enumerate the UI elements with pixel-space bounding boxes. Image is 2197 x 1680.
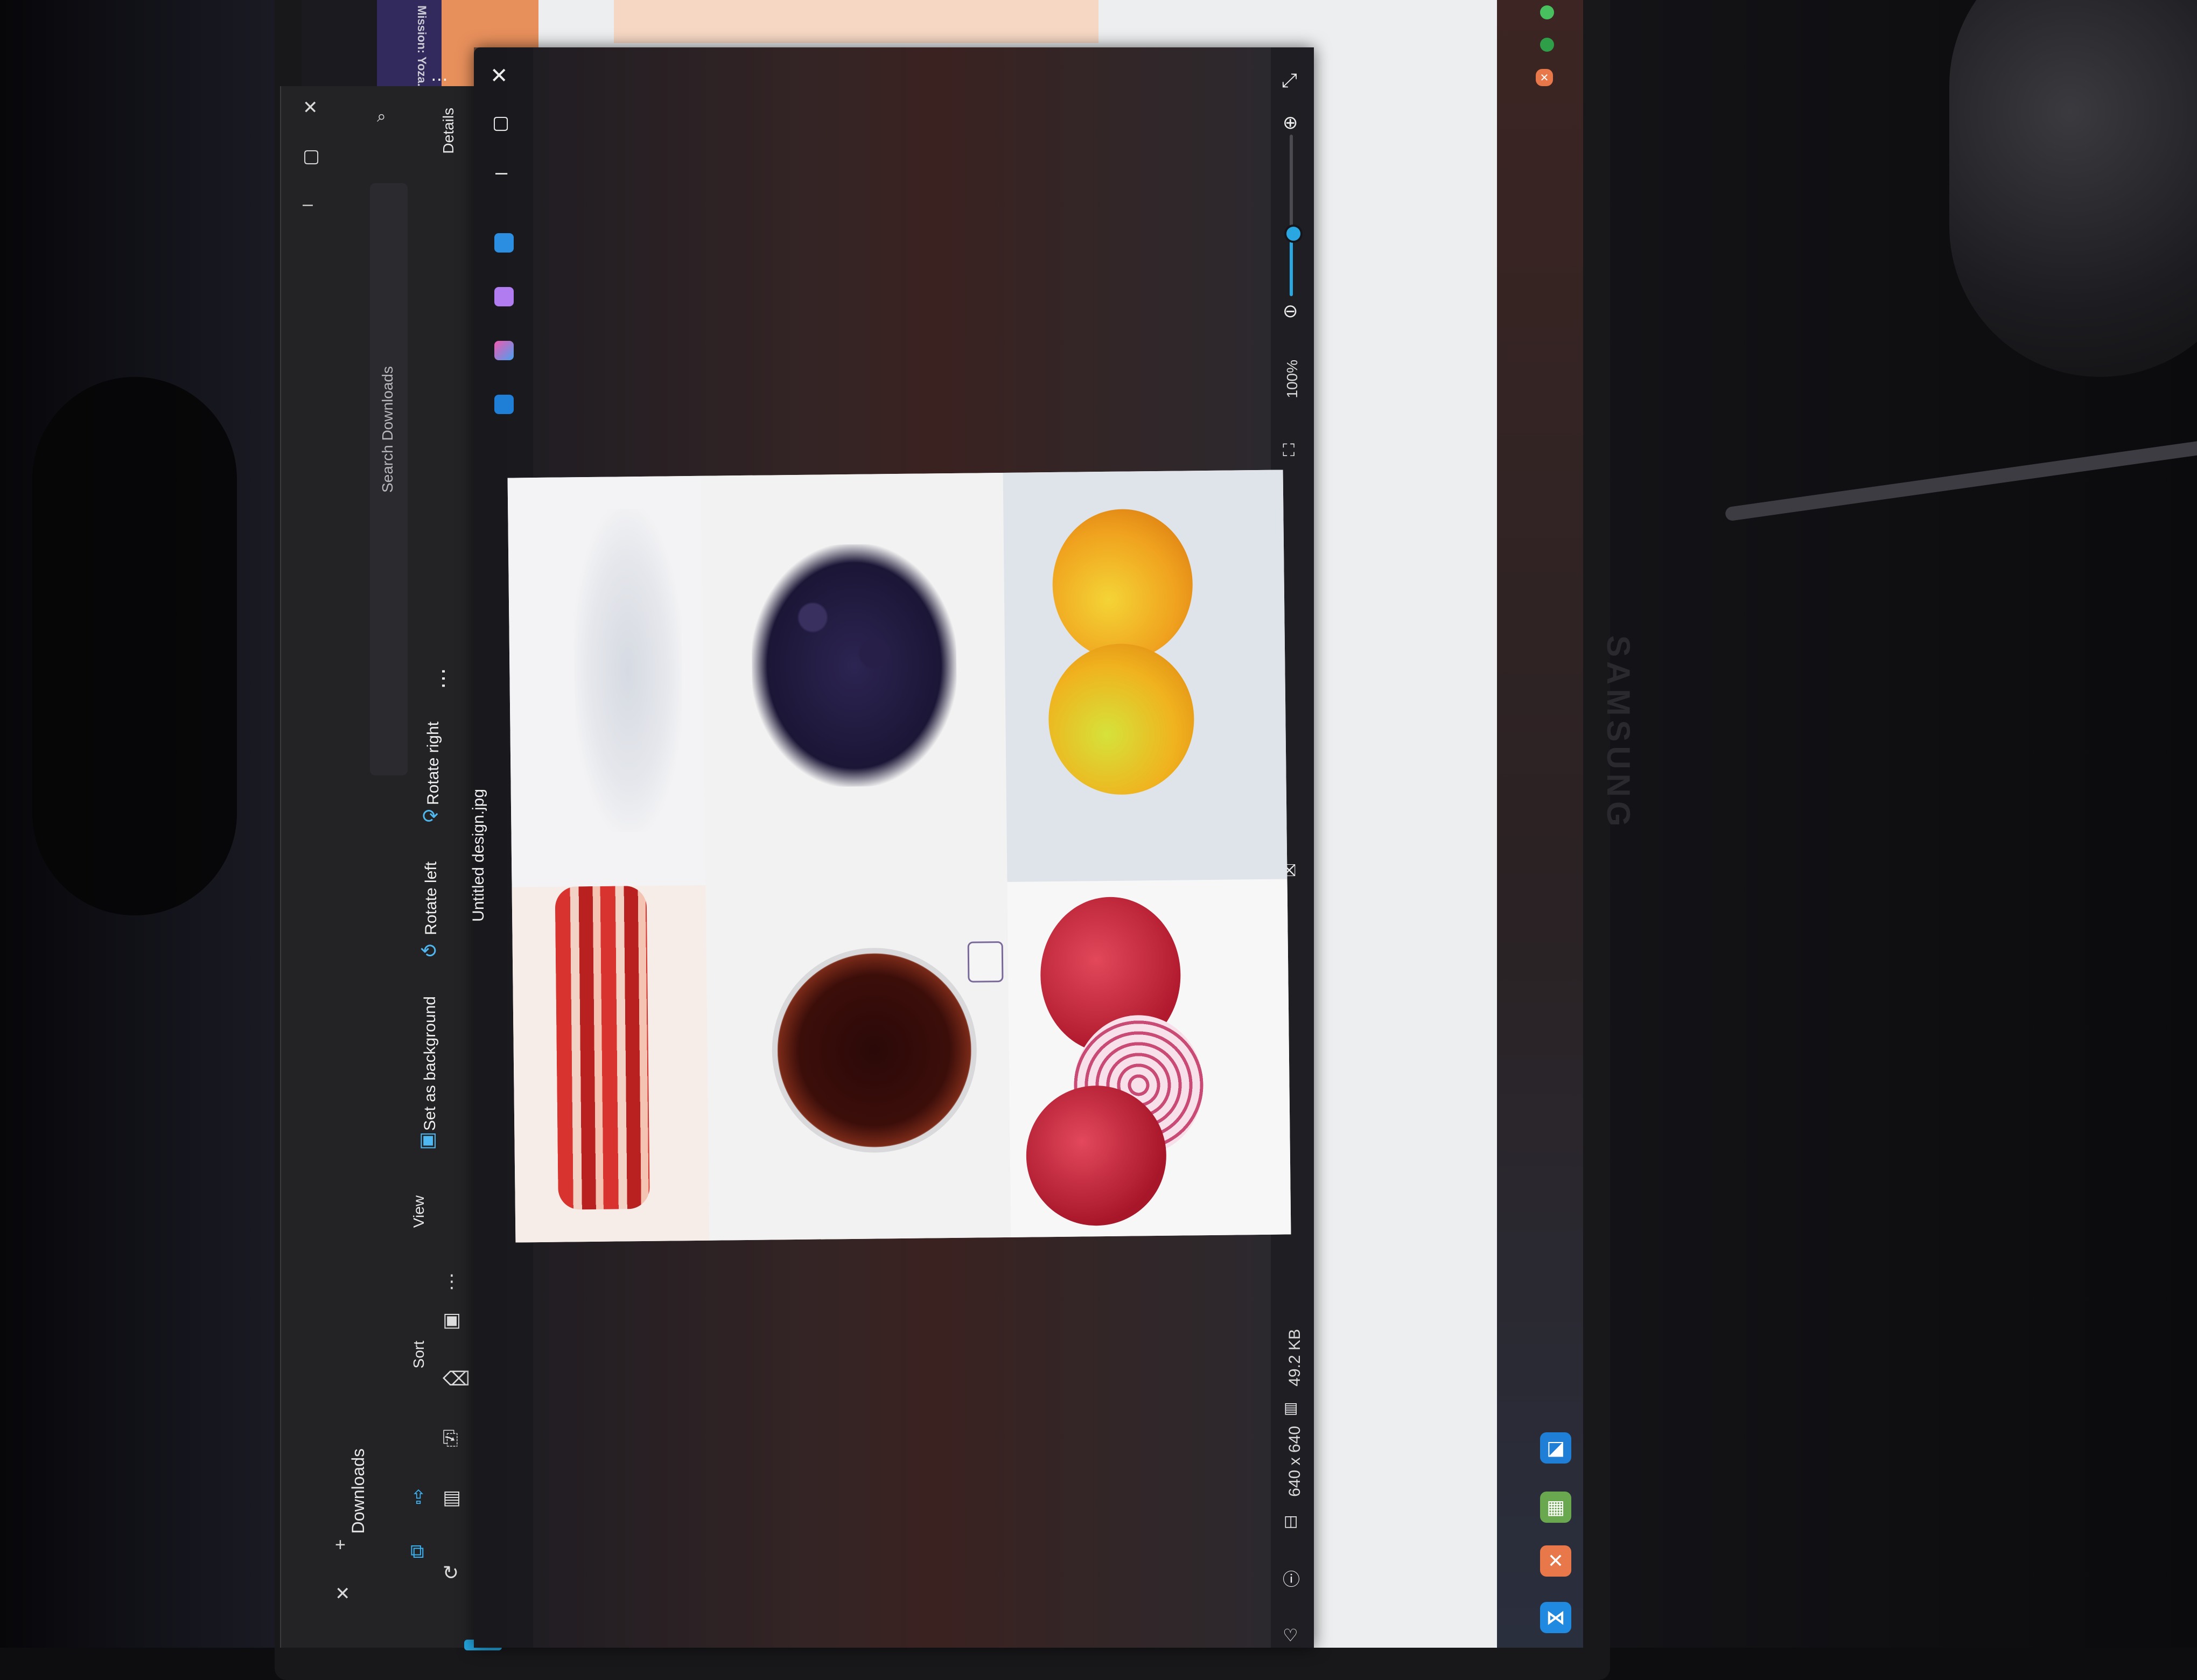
calamansi-fruit-2	[1047, 643, 1195, 796]
minimize-icon[interactable]: –	[495, 160, 507, 185]
image-cell-salt	[507, 475, 706, 887]
zoom-in-icon[interactable]: ⊕	[1283, 112, 1298, 134]
delete-icon[interactable]: ⌫	[443, 1368, 470, 1390]
dimensions-icon: ◫	[1284, 1513, 1298, 1529]
fit-to-window-icon[interactable]: ⛶	[1283, 440, 1295, 461]
minimize-icon[interactable]: –	[303, 194, 313, 215]
background-tab-title[interactable]: Mission: Yoza...	[415, 5, 429, 93]
search-placeholder: Search Downloads	[379, 366, 396, 493]
dark-object	[32, 377, 237, 915]
zoom-level-dropdown[interactable]: 100%	[1284, 360, 1301, 398]
background-peach-panel	[614, 0, 1098, 43]
calamansi-fruit-1	[1052, 508, 1194, 661]
file-size-icon: ▤	[1284, 1399, 1298, 1416]
rotate-right-icon[interactable]: ⟳	[422, 805, 438, 828]
location-breadcrumb[interactable]: Downloads	[348, 1448, 368, 1534]
image-cell-bacon	[512, 885, 710, 1243]
set-as-background-button[interactable]: Set as background	[421, 996, 439, 1131]
image-dimensions: 640 x 640	[1286, 1426, 1304, 1497]
info-icon[interactable]: ⓘ	[1283, 1566, 1300, 1591]
copilot-app-icon[interactable]	[494, 341, 514, 360]
image-cell-peppercorns	[701, 472, 1007, 885]
details-button[interactable]: Details	[440, 108, 457, 154]
designer-app-icon[interactable]	[494, 233, 514, 253]
onion-whole-2	[1025, 1084, 1167, 1227]
close-icon[interactable]: ✕	[490, 64, 508, 88]
maximize-icon[interactable]: ▢	[303, 145, 320, 167]
desk-left-background	[0, 0, 302, 1648]
taskbar-minecraft-icon[interactable]: ▦	[1540, 1492, 1571, 1523]
rotate-left-button[interactable]: Rotate left	[422, 862, 440, 935]
soy-sauce-bowl	[771, 947, 978, 1154]
photos-app-icon[interactable]	[494, 395, 514, 414]
rename-icon[interactable]: ⎘	[443, 1427, 464, 1449]
favorite-icon[interactable]: ♡	[1283, 1625, 1298, 1646]
image-cell-red-onions	[1007, 879, 1291, 1237]
search-icon: ⌕	[377, 108, 386, 125]
taskbar-xampp-icon[interactable]: ✕	[1540, 1545, 1571, 1577]
rotate-left-icon[interactable]: ⟲	[420, 940, 436, 962]
image-overlay-badge	[967, 941, 1004, 983]
toolbar-more-icon[interactable]: ⋯	[431, 668, 456, 689]
properties-icon[interactable]: ▣	[443, 1308, 464, 1331]
close-window-icon[interactable]: ✕	[303, 97, 318, 118]
copy-icon[interactable]: ⧉	[410, 1540, 432, 1562]
close-tab-icon[interactable]: ✕	[335, 1583, 351, 1605]
taskbar-vscode-icon[interactable]: ⋈	[1540, 1602, 1571, 1633]
view-button[interactable]: View	[410, 1195, 428, 1228]
tray-status-icon[interactable]	[1540, 38, 1554, 52]
image-cell-calamansi	[1003, 470, 1288, 882]
zoom-out-icon[interactable]: ⊖	[1283, 300, 1298, 322]
rotate-right-button[interactable]: Rotate right	[424, 722, 443, 805]
set-background-icon[interactable]: ▣	[419, 1128, 437, 1151]
more-options-icon[interactable]: ⋮	[443, 1271, 461, 1292]
bacon-strips	[555, 885, 650, 1210]
taskbar-photos-icon[interactable]: ◪	[1540, 1432, 1571, 1464]
undo-icon[interactable]: ↻	[443, 1562, 464, 1584]
image-cell-soy-sauce	[705, 881, 1011, 1241]
peppercorn-pile	[750, 543, 958, 788]
image-file-name: Untitled design.jpg	[470, 789, 487, 922]
paste-icon[interactable]: ▤	[443, 1486, 464, 1508]
clipchamp-app-icon[interactable]	[494, 287, 514, 306]
tray-app-icon[interactable]	[1540, 5, 1554, 19]
salt-pile	[572, 508, 684, 833]
more-options-icon[interactable]: ⋯	[431, 69, 448, 89]
sort-button[interactable]: Sort	[410, 1341, 428, 1368]
fullscreen-icon[interactable]: ⤢	[1282, 69, 1297, 92]
zoom-slider-thumb[interactable]	[1284, 225, 1303, 243]
headphone-object	[1949, 0, 2197, 377]
image-file-size: 49.2 KB	[1286, 1329, 1304, 1387]
share-icon[interactable]: ⇪	[410, 1486, 432, 1508]
maximize-icon[interactable]: ▢	[492, 112, 509, 134]
displayed-image	[507, 470, 1291, 1243]
new-tab-icon[interactable]: +	[335, 1535, 346, 1556]
tray-xampp-icon[interactable]: ✕	[1536, 69, 1553, 86]
taskbar: ✕ ◪ ▦ ✕ ⋈	[1497, 0, 1583, 1648]
